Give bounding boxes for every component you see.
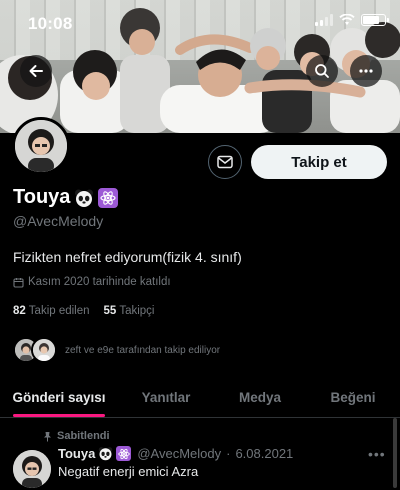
post-more-button[interactable]: •••: [368, 446, 386, 462]
status-icons: [315, 14, 389, 26]
followers-label: Takipçi: [119, 305, 155, 317]
atom-emoji-icon: [116, 446, 132, 461]
pinned-indicator: Sabitlendi: [42, 430, 110, 442]
search-icon: [315, 64, 329, 78]
followers-count: 55: [103, 305, 117, 317]
more-options-button[interactable]: [350, 55, 382, 87]
profile-avatar[interactable]: [12, 117, 70, 175]
back-button[interactable]: [20, 55, 52, 87]
follow-button[interactable]: Takip et: [251, 145, 387, 179]
display-name: Touya: [13, 186, 71, 208]
post-author-avatar[interactable]: [13, 450, 51, 488]
follow-stats: 82 Takip edilen 55 Takipçi: [13, 305, 154, 317]
status-time: 10:08: [28, 14, 73, 33]
back-arrow-icon: [29, 65, 43, 77]
post-author-name[interactable]: Touya: [58, 446, 95, 461]
followed-by-text: zeft ve e9e tarafından takip ediliyor: [65, 344, 221, 356]
wifi-icon: [339, 14, 355, 25]
profile-handle: @AvecMelody: [13, 213, 104, 229]
pin-icon: [44, 431, 51, 441]
joined-text: Kasım 2020 tarihinde katıldı: [28, 276, 171, 288]
active-tab-indicator: [13, 414, 105, 417]
profile-tabs: Gönderi sayısı Yanıtlar Medya Beğeni: [0, 378, 400, 418]
joined-date: Kasım 2020 tarihinde katıldı: [13, 276, 171, 288]
pinned-label: Sabitlendi: [57, 430, 110, 442]
post-text: Negatif enerji emici Azra: [58, 464, 199, 479]
following-label: Takip edilen: [28, 305, 90, 317]
search-button[interactable]: [306, 55, 338, 87]
following-count: 82: [13, 305, 26, 317]
post-date[interactable]: 6.08.2021: [235, 446, 293, 461]
following-stat[interactable]: 82 Takip edilen: [13, 305, 90, 317]
atom-emoji-icon: [98, 187, 119, 208]
calendar-icon: [13, 277, 24, 288]
more-dots-icon: [359, 69, 373, 73]
battery-icon: [361, 14, 389, 26]
tab-label: Medya: [238, 390, 282, 405]
follower-avatar: [31, 337, 57, 363]
message-button[interactable]: [208, 145, 242, 179]
scrollbar[interactable]: [393, 418, 397, 488]
panda-emoji-icon: [98, 446, 113, 461]
cellular-signal-icon: [315, 14, 333, 26]
tab-posts[interactable]: Gönderi sayısı: [0, 378, 118, 417]
tab-label: Yanıtlar: [141, 390, 191, 405]
envelope-icon: [217, 155, 233, 169]
post-separator: ·: [226, 446, 231, 461]
tab-media[interactable]: Medya: [214, 378, 306, 417]
profile-bio: Fizikten nefret ediyorum(fizik 4. sınıf): [13, 249, 242, 265]
followers-stat[interactable]: 55 Takipçi: [104, 305, 155, 317]
tab-label: Gönderi sayısı: [12, 390, 106, 405]
panda-emoji-icon: [74, 188, 94, 208]
post-header: Touya @AvecMelody · 6.08.2021: [58, 446, 293, 461]
tab-label: Beğeni: [330, 390, 376, 405]
followed-by-row[interactable]: zeft ve e9e tarafından takip ediliyor: [13, 337, 220, 363]
tab-likes[interactable]: Beğeni: [306, 378, 400, 417]
display-name-row: Touya: [13, 186, 119, 209]
avatar-photo: [15, 120, 67, 172]
post-handle: @AvecMelody: [137, 446, 222, 461]
battery-level: [363, 16, 379, 24]
tab-replies[interactable]: Yanıtlar: [118, 378, 214, 417]
